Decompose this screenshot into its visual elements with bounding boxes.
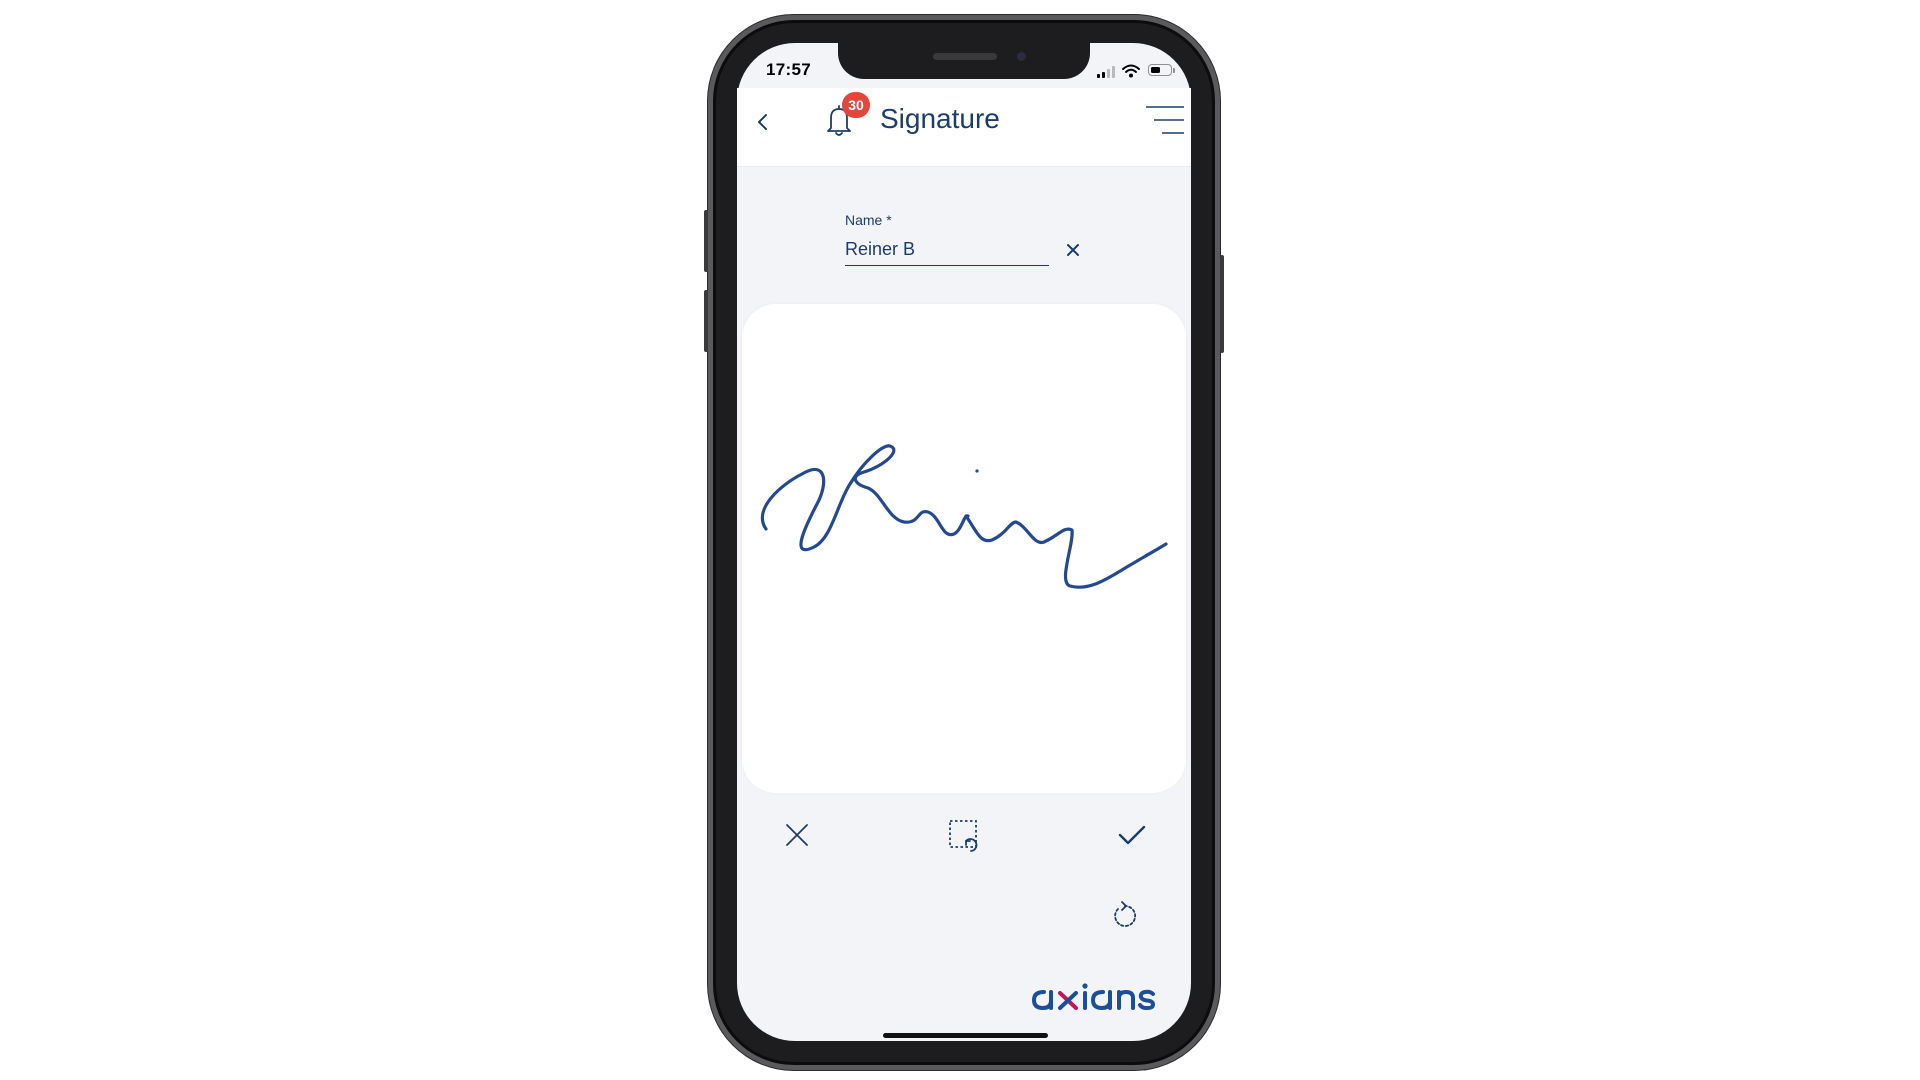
- close-icon[interactable]: [782, 820, 812, 850]
- axians-logo: [1032, 983, 1155, 1011]
- page-title: Signature: [880, 103, 1000, 134]
- status-time: 17:57: [766, 60, 811, 79]
- menu-lines-icon[interactable]: [1144, 102, 1186, 138]
- clear-input-icon[interactable]: [1063, 240, 1083, 260]
- checkmark-icon[interactable]: [1116, 820, 1148, 850]
- notification-badge: 30: [842, 92, 870, 118]
- name-field[interactable]: [845, 234, 1049, 266]
- volume-down-button: [704, 290, 708, 352]
- cellular-signal-icon: [1097, 66, 1119, 78]
- rotate-icon[interactable]: [1110, 900, 1140, 932]
- battery-tip: [1173, 68, 1175, 73]
- speaker: [933, 53, 997, 60]
- front-camera: [1017, 52, 1026, 61]
- battery-icon: [1148, 64, 1172, 76]
- notch: [838, 43, 1090, 79]
- back-chevron-icon[interactable]: [752, 108, 776, 136]
- power-button: [1220, 255, 1224, 353]
- wifi-icon: [1122, 64, 1140, 78]
- volume-up-button: [704, 210, 708, 272]
- name-field-label: Name *: [845, 212, 892, 228]
- home-indicator[interactable]: [883, 1033, 1048, 1038]
- signature-stroke: [760, 444, 1168, 589]
- crop-reset-icon[interactable]: [946, 818, 984, 854]
